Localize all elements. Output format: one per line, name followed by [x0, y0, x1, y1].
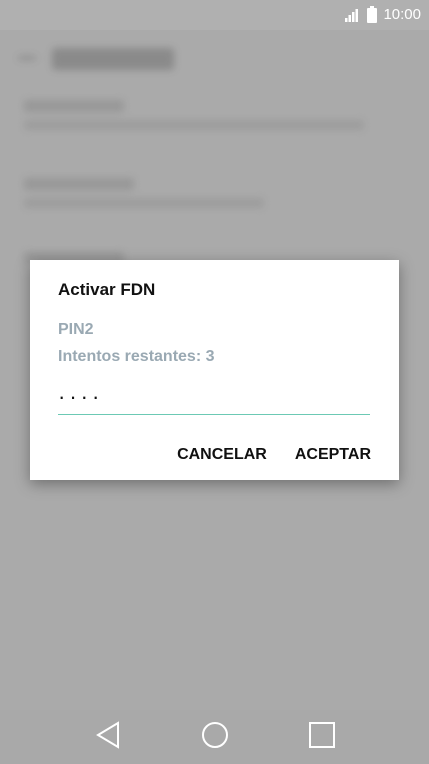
recents-button[interactable]	[302, 717, 342, 757]
pin2-input[interactable]: ····	[58, 384, 370, 415]
recents-icon	[308, 721, 336, 754]
dialog-actions: CANCELAR ACEPTAR	[177, 446, 371, 464]
status-icons: 10:00	[345, 6, 421, 23]
status-bar: 10:00	[0, 0, 429, 30]
battery-icon	[367, 6, 378, 23]
signal-icon	[345, 8, 361, 22]
navigation-bar	[0, 710, 429, 764]
home-icon	[201, 721, 229, 754]
attempts-remaining-label: Intentos restantes: 3	[58, 348, 215, 365]
back-icon	[95, 720, 121, 754]
dialog-title: Activar FDN	[58, 280, 156, 299]
accept-button[interactable]: ACEPTAR	[295, 446, 371, 464]
activate-fdn-dialog: Activar FDN PIN2 Intentos restantes: 3 ·…	[30, 260, 399, 480]
pin-label: PIN2	[58, 321, 94, 338]
status-time: 10:00	[383, 6, 421, 23]
back-button[interactable]	[88, 717, 128, 757]
home-button[interactable]	[195, 717, 235, 757]
cancel-button[interactable]: CANCELAR	[177, 446, 267, 464]
